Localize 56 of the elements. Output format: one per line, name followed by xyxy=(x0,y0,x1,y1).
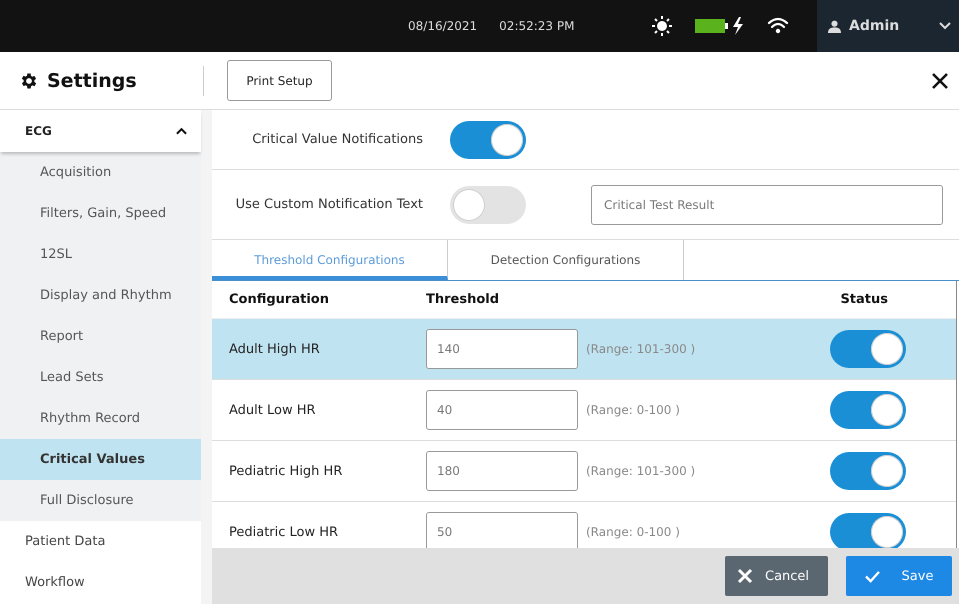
table-row[interactable]: Adult High HR 140 (Range: 101-300 ) xyxy=(212,319,956,380)
date-text: 08/16/2021 xyxy=(408,19,478,33)
close-icon xyxy=(737,568,753,584)
person-icon xyxy=(828,20,841,32)
sidebar-item[interactable]: Rhythm Record xyxy=(0,398,201,439)
tab[interactable]: Detection Configurations xyxy=(448,240,684,280)
sidebar-section[interactable]: Workflow xyxy=(0,562,201,603)
toggle-switch[interactable] xyxy=(450,186,526,224)
sidebar-section[interactable]: ECG xyxy=(0,110,201,152)
threshold-field[interactable]: 140 xyxy=(426,329,578,369)
user-menu-button[interactable]: Admin xyxy=(817,0,959,52)
cancel-button[interactable]: Cancel xyxy=(725,556,828,596)
table-row[interactable]: Pediatric High HR 180 (Range: 101-300 ) xyxy=(212,441,956,502)
toggle-switch[interactable] xyxy=(830,452,906,490)
range-text: (Range: 0-100 ) xyxy=(586,403,680,417)
page-title: Settings xyxy=(47,70,137,92)
save-button[interactable]: Save xyxy=(846,556,952,596)
wifi-icon xyxy=(767,17,790,35)
config-name: Pediatric High HR xyxy=(228,464,344,478)
close-icon[interactable] xyxy=(931,72,949,90)
sidebar-item[interactable]: Critical Values xyxy=(0,439,201,480)
sidebar-item[interactable]: 12SL xyxy=(0,234,201,275)
toggle-switch[interactable] xyxy=(830,330,906,368)
config-name: Pediatric Low HR xyxy=(228,524,340,540)
checkmark-icon xyxy=(864,570,880,582)
column-header: Configuration xyxy=(228,292,330,307)
sidebar-item[interactable]: Acquisition xyxy=(0,152,201,193)
caret-icon xyxy=(176,127,187,135)
threshold-field[interactable]: 180 xyxy=(426,451,578,491)
table-row[interactable]: Adult Low HR 40 (Range: 0-100 ) xyxy=(212,380,956,441)
range-text: (Range: 101-300 ) xyxy=(586,464,696,478)
settings-icon xyxy=(19,70,39,90)
sidebar-item[interactable]: Lead Sets xyxy=(0,357,201,398)
sidebar-item[interactable]: Full Disclosure xyxy=(0,480,201,521)
print-setup-button[interactable]: Print Setup xyxy=(227,60,332,101)
toggle-switch[interactable] xyxy=(830,391,906,429)
brightness-icon[interactable] xyxy=(651,15,674,37)
sidebar-item[interactable]: Display and Rhythm xyxy=(0,275,201,316)
column-header: Status xyxy=(840,292,888,307)
toggle-switch[interactable] xyxy=(830,513,906,548)
config-name: Adult High HR xyxy=(228,342,321,356)
time-text: 02:52:23 PM xyxy=(499,19,574,33)
config-name: Adult Low HR xyxy=(228,402,317,418)
sidebar-item[interactable]: Filters, Gain, Speed xyxy=(0,193,201,234)
setting-label: Use Custom Notification Text xyxy=(234,197,423,212)
range-text: (Range: 0-100 ) xyxy=(586,525,680,539)
chevron-down-icon xyxy=(939,22,951,30)
sidebar-item[interactable]: Report xyxy=(0,316,201,357)
threshold-field[interactable]: 40 xyxy=(426,390,578,430)
column-header: Threshold xyxy=(426,292,500,307)
toggle-switch[interactable] xyxy=(450,120,526,158)
notification-text-field[interactable]: Critical Test Result xyxy=(591,184,943,224)
range-text: (Range: 101-300 ) xyxy=(586,342,696,356)
threshold-field[interactable]: 50 xyxy=(426,512,578,548)
setting-label: Critical Value Notifications xyxy=(251,132,423,147)
sidebar-section[interactable]: Patient Data xyxy=(0,521,201,562)
